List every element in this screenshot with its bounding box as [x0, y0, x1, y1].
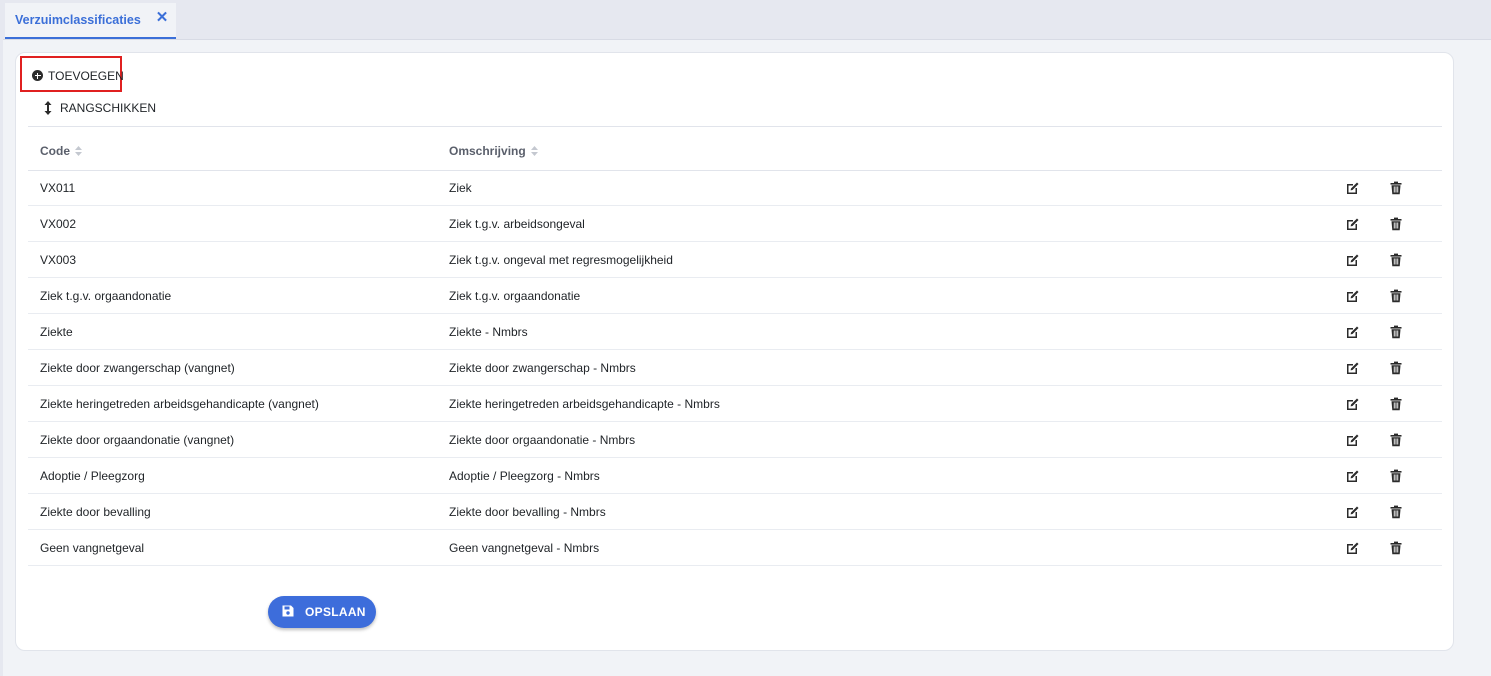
column-header-code-label: Code — [40, 144, 70, 158]
page-edge — [0, 39, 3, 676]
cell-omschrijving: Adoptie / Pleegzorg - Nmbrs — [449, 469, 600, 483]
cell-code: VX002 — [40, 217, 77, 231]
trash-icon[interactable] — [1389, 361, 1403, 375]
trash-icon[interactable] — [1389, 253, 1403, 267]
edit-icon[interactable] — [1346, 325, 1360, 339]
close-icon[interactable]: ✕ — [154, 10, 170, 26]
trash-icon[interactable] — [1389, 541, 1403, 555]
table-body: VX011 Ziek VX002 Ziek t.g.v. arbeidsonge… — [28, 170, 1442, 566]
plus-circle-icon — [32, 70, 43, 81]
cell-code: Adoptie / Pleegzorg — [40, 469, 145, 483]
cell-code: Ziek t.g.v. orgaandonatie — [40, 289, 172, 303]
cell-code: Ziekte door bevalling — [40, 505, 151, 519]
cell-omschrijving: Ziekte - Nmbrs — [449, 325, 528, 339]
edit-icon[interactable] — [1346, 505, 1360, 519]
add-button[interactable]: TOEVOEGEN — [20, 56, 124, 92]
trash-icon[interactable] — [1389, 217, 1403, 231]
cell-code: Ziekte door zwangerschap (vangnet) — [40, 361, 235, 375]
cell-code: Geen vangnetgeval — [40, 541, 145, 555]
save-button-label: OPSLAAN — [305, 605, 366, 619]
edit-icon[interactable] — [1346, 541, 1360, 555]
sort-arrows-icon — [44, 101, 52, 115]
trash-icon[interactable] — [1389, 397, 1403, 411]
column-header-omschrijving-label: Omschrijving — [449, 144, 526, 158]
table-row: Ziekte door zwangerschap (vangnet) Ziekt… — [28, 350, 1442, 386]
cell-code: Ziekte door orgaandonatie (vangnet) — [40, 433, 235, 447]
edit-icon[interactable] — [1346, 469, 1360, 483]
edit-icon[interactable] — [1346, 217, 1360, 231]
rank-button-label: RANGSCHIKKEN — [60, 101, 157, 115]
trash-icon[interactable] — [1389, 289, 1403, 303]
trash-icon[interactable] — [1389, 433, 1403, 447]
cell-omschrijving: Geen vangnetgeval - Nmbrs — [449, 541, 600, 555]
trash-icon[interactable] — [1389, 181, 1403, 195]
sort-icon — [530, 146, 538, 156]
table-header: Code Omschrijving — [28, 127, 1442, 171]
cell-code: Ziekte — [40, 325, 73, 339]
edit-icon[interactable] — [1346, 253, 1360, 267]
cell-omschrijving: Ziek t.g.v. arbeidsongeval — [449, 217, 585, 231]
table-row: Ziekte Ziekte - Nmbrs — [28, 314, 1442, 350]
cell-omschrijving: Ziekte heringetreden arbeidsgehandicapte… — [449, 397, 720, 411]
table-row: VX002 Ziek t.g.v. arbeidsongeval — [28, 206, 1442, 242]
tab-verzuimclassificaties[interactable]: Verzuimclassificaties ✕ — [5, 3, 176, 39]
table-row: VX003 Ziek t.g.v. ongeval met regresmoge… — [28, 242, 1442, 278]
table-row: Ziekte door bevalling Ziekte door bevall… — [28, 494, 1442, 530]
save-button[interactable]: OPSLAAN — [268, 596, 376, 628]
tab-bar: Verzuimclassificaties ✕ — [0, 0, 1491, 40]
trash-icon[interactable] — [1389, 325, 1403, 339]
cell-code: VX003 — [40, 253, 77, 267]
column-header-omschrijving[interactable]: Omschrijving — [449, 144, 538, 158]
edit-icon[interactable] — [1346, 397, 1360, 411]
tab-label: Verzuimclassificaties — [15, 13, 141, 27]
rank-button[interactable]: RANGSCHIKKEN — [44, 99, 157, 117]
add-button-label: TOEVOEGEN — [48, 69, 124, 83]
cell-omschrijving: Ziekte door zwangerschap - Nmbrs — [449, 361, 636, 375]
table-row: Geen vangnetgeval Geen vangnetgeval - Nm… — [28, 530, 1442, 566]
cell-omschrijving: Ziekte door bevalling - Nmbrs — [449, 505, 606, 519]
table-row: Ziekte door orgaandonatie (vangnet) Ziek… — [28, 422, 1442, 458]
edit-icon[interactable] — [1346, 433, 1360, 447]
edit-icon[interactable] — [1346, 361, 1360, 375]
table-row: Adoptie / Pleegzorg Adoptie / Pleegzorg … — [28, 458, 1442, 494]
edit-icon[interactable] — [1346, 181, 1360, 195]
table-row: VX011 Ziek — [28, 170, 1442, 206]
table-row: Ziek t.g.v. orgaandonatie Ziek t.g.v. or… — [28, 278, 1442, 314]
cell-code: VX011 — [40, 181, 76, 195]
cell-omschrijving: Ziekte door orgaandonatie - Nmbrs — [449, 433, 636, 447]
content-card: TOEVOEGEN RANGSCHIKKEN Code Omschrijving… — [15, 52, 1454, 651]
trash-icon[interactable] — [1389, 505, 1403, 519]
table-row: Ziekte heringetreden arbeidsgehandicapte… — [28, 386, 1442, 422]
edit-icon[interactable] — [1346, 289, 1360, 303]
trash-icon[interactable] — [1389, 469, 1403, 483]
column-header-code[interactable]: Code — [40, 144, 82, 158]
cell-omschrijving: Ziek — [449, 181, 472, 195]
cell-code: Ziekte heringetreden arbeidsgehandicapte… — [40, 397, 319, 411]
sort-icon — [75, 146, 82, 156]
cell-omschrijving: Ziek t.g.v. orgaandonatie — [449, 289, 581, 303]
cell-omschrijving: Ziek t.g.v. ongeval met regresmogelijkhe… — [449, 253, 673, 267]
floppy-disk-icon — [282, 605, 294, 617]
